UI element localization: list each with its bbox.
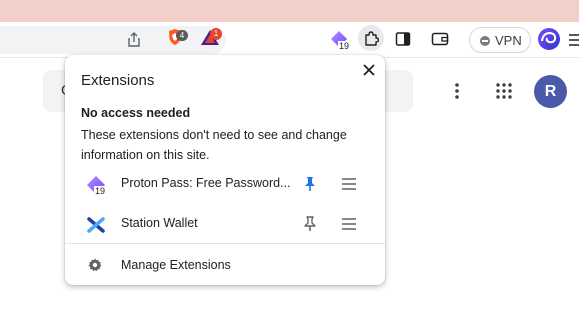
sidebar-icon[interactable] — [395, 31, 411, 47]
wallet-icon[interactable] — [431, 31, 449, 47]
manage-extensions-button[interactable]: Manage Extensions — [65, 247, 385, 281]
avatar[interactable]: R — [534, 75, 567, 108]
section-description: These extensions don't need to see and c… — [81, 128, 347, 162]
pin-icon[interactable] — [303, 176, 317, 192]
more-options-icon[interactable] — [450, 82, 464, 100]
proton-pass-badge: 19 — [338, 41, 351, 52]
puzzle-icon — [365, 31, 379, 46]
leo-ai-icon[interactable] — [537, 27, 561, 51]
manage-extensions-label: Manage Extensions — [121, 258, 231, 272]
divider — [65, 243, 385, 244]
window-titlebar — [0, 0, 579, 22]
brave-shields-count: 4 — [176, 30, 188, 41]
extension-menu-icon[interactable] — [341, 218, 357, 230]
extension-row-proton-pass[interactable]: 19 Proton Pass: Free Password... — [65, 165, 385, 203]
popup-title: Extensions — [81, 72, 155, 89]
extension-name: Station Wallet — [121, 216, 198, 230]
vpn-button[interactable]: VPN — [469, 27, 531, 53]
extension-badge: 19 — [94, 186, 107, 197]
station-wallet-icon — [87, 217, 105, 233]
apps-grid-icon[interactable] — [495, 82, 513, 100]
extension-name: Proton Pass: Free Password... — [121, 176, 291, 190]
extension-row-station-wallet[interactable]: Station Wallet — [65, 205, 385, 243]
browser-toolbar: 4 1 19 VPN — [0, 22, 579, 58]
vpn-status-icon — [480, 36, 490, 46]
extensions-popup: Extensions No access needed These extens… — [65, 55, 385, 285]
extension-menu-icon[interactable] — [341, 178, 357, 190]
section-title: No access needed — [81, 106, 191, 120]
extensions-button[interactable] — [358, 25, 384, 51]
pin-icon[interactable] — [303, 216, 317, 232]
address-bar[interactable] — [0, 26, 226, 54]
gear-icon — [88, 258, 102, 272]
main-menu-icon[interactable] — [569, 34, 579, 46]
vpn-label: VPN — [495, 33, 522, 48]
share-icon[interactable] — [126, 32, 142, 48]
brave-rewards-badge: 1 — [210, 28, 222, 40]
close-icon[interactable] — [361, 62, 377, 78]
